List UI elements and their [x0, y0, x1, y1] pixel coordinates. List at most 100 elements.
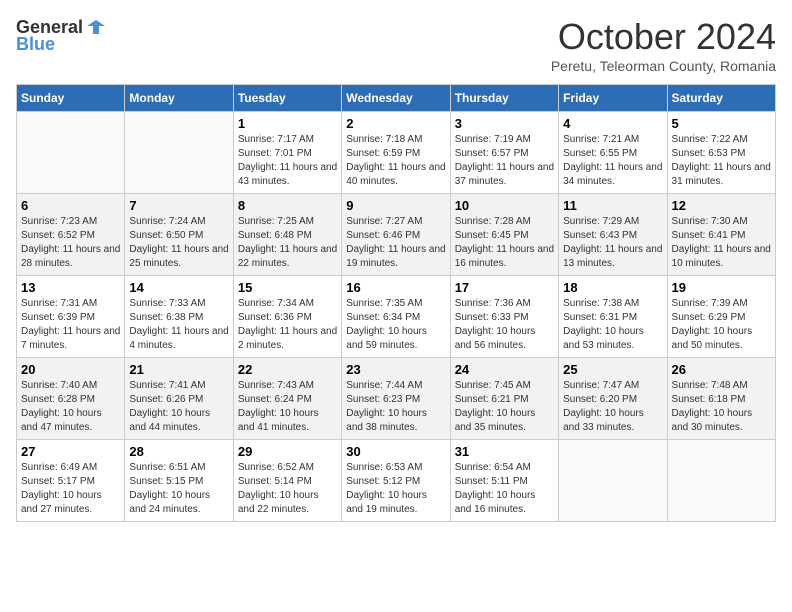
- day-number: 12: [672, 198, 771, 213]
- calendar-cell: 21 Sunrise: 7:41 AM Sunset: 6:26 PM Dayli…: [125, 358, 233, 440]
- day-number: 29: [238, 444, 337, 459]
- day-detail: Sunrise: 7:18 AM Sunset: 6:59 PM Dayligh…: [346, 133, 445, 189]
- day-detail: Sunrise: 7:24 AM Sunset: 6:50 PM Dayligh…: [129, 215, 228, 271]
- day-detail: Sunrise: 7:48 AM Sunset: 6:18 PM Dayligh…: [672, 379, 771, 435]
- day-number: 26: [672, 362, 771, 377]
- calendar-cell: 29Sunrise: 6:52 AM Sunset: 5:14 PM Dayli…: [233, 440, 341, 522]
- calendar-cell: 16 Sunrise: 7:35 AM Sunset: 6:34 PM Dayli…: [342, 276, 450, 358]
- calendar-cell: 27 Sunrise: 6:49 AM Sunset: 5:17 PM Dayli…: [17, 440, 125, 522]
- day-detail: Sunrise: 7:38 AM Sunset: 6:31 PM Dayligh…: [563, 297, 662, 353]
- day-number: 14: [129, 280, 228, 295]
- day-detail: Sunrise: 7:19 AM Sunset: 6:57 PM Dayligh…: [455, 133, 554, 189]
- calendar-cell: 1 Sunrise: 7:17 AM Sunset: 7:01 PM Daylig…: [233, 112, 341, 194]
- day-detail: Sunrise: 7:30 AM Sunset: 6:41 PM Dayligh…: [672, 215, 771, 271]
- day-detail: Sunrise: 7:25 AM Sunset: 6:48 PM Dayligh…: [238, 215, 337, 271]
- day-detail: Sunrise: 6:49 AM Sunset: 5:17 PM Dayligh…: [21, 461, 120, 517]
- day-number: 13: [21, 280, 120, 295]
- calendar-cell: 10Sunrise: 7:28 AM Sunset: 6:45 PM Dayli…: [450, 194, 558, 276]
- weekday-header-tuesday: Tuesday: [233, 85, 341, 112]
- calendar-cell: 5 Sunrise: 7:22 AM Sunset: 6:53 PM Daylig…: [667, 112, 775, 194]
- month-title: October 2024: [551, 16, 776, 58]
- day-detail: Sunrise: 7:40 AM Sunset: 6:28 PM Dayligh…: [21, 379, 120, 435]
- day-detail: Sunrise: 7:47 AM Sunset: 6:20 PM Dayligh…: [563, 379, 662, 435]
- day-number: 5: [672, 116, 771, 131]
- calendar-cell: 6 Sunrise: 7:23 AM Sunset: 6:52 PM Daylig…: [17, 194, 125, 276]
- day-detail: Sunrise: 7:36 AM Sunset: 6:33 PM Dayligh…: [455, 297, 554, 353]
- calendar-week-row: 27 Sunrise: 6:49 AM Sunset: 5:17 PM Dayli…: [17, 440, 776, 522]
- calendar-cell: [125, 112, 233, 194]
- calendar-cell: 15 Sunrise: 7:34 AM Sunset: 6:36 PM Dayli…: [233, 276, 341, 358]
- day-detail: Sunrise: 7:29 AM Sunset: 6:43 PM Dayligh…: [563, 215, 662, 271]
- day-detail: Sunrise: 6:53 AM Sunset: 5:12 PM Dayligh…: [346, 461, 445, 517]
- day-number: 11: [563, 198, 662, 213]
- day-number: 15: [238, 280, 337, 295]
- day-detail: Sunrise: 7:43 AM Sunset: 6:24 PM Dayligh…: [238, 379, 337, 435]
- day-detail: Sunrise: 7:27 AM Sunset: 6:46 PM Dayligh…: [346, 215, 445, 271]
- day-number: 20: [21, 362, 120, 377]
- day-detail: Sunrise: 7:23 AM Sunset: 6:52 PM Dayligh…: [21, 215, 120, 271]
- calendar-cell: 23 Sunrise: 7:44 AM Sunset: 6:23 PM Dayli…: [342, 358, 450, 440]
- day-detail: Sunrise: 7:22 AM Sunset: 6:53 PM Dayligh…: [672, 133, 771, 189]
- day-detail: Sunrise: 7:17 AM Sunset: 7:01 PM Dayligh…: [238, 133, 337, 189]
- day-detail: Sunrise: 7:44 AM Sunset: 6:23 PM Dayligh…: [346, 379, 445, 435]
- day-detail: Sunrise: 7:45 AM Sunset: 6:21 PM Dayligh…: [455, 379, 554, 435]
- calendar-cell: 20 Sunrise: 7:40 AM Sunset: 6:28 PM Dayli…: [17, 358, 125, 440]
- day-number: 9: [346, 198, 445, 213]
- calendar-cell: 2 Sunrise: 7:18 AM Sunset: 6:59 PM Daylig…: [342, 112, 450, 194]
- calendar-cell: 18 Sunrise: 7:38 AM Sunset: 6:31 PM Dayli…: [559, 276, 667, 358]
- day-detail: Sunrise: 7:21 AM Sunset: 6:55 PM Dayligh…: [563, 133, 662, 189]
- day-number: 31: [455, 444, 554, 459]
- calendar-cell: 12 Sunrise: 7:30 AM Sunset: 6:41 PM Dayli…: [667, 194, 775, 276]
- calendar-cell: 24Sunrise: 7:45 AM Sunset: 6:21 PM Dayli…: [450, 358, 558, 440]
- day-number: 8: [238, 198, 337, 213]
- day-number: 16: [346, 280, 445, 295]
- title-section: October 2024 Peretu, Teleorman County, R…: [551, 16, 776, 74]
- weekday-header-saturday: Saturday: [667, 85, 775, 112]
- calendar-cell: 28Sunrise: 6:51 AM Sunset: 5:15 PM Dayli…: [125, 440, 233, 522]
- calendar-week-row: 13 Sunrise: 7:31 AM Sunset: 6:39 PM Dayli…: [17, 276, 776, 358]
- calendar-cell: 19Sunrise: 7:39 AM Sunset: 6:29 PM Dayli…: [667, 276, 775, 358]
- day-detail: Sunrise: 7:31 AM Sunset: 6:39 PM Dayligh…: [21, 297, 120, 353]
- day-number: 18: [563, 280, 662, 295]
- day-number: 21: [129, 362, 228, 377]
- day-number: 1: [238, 116, 337, 131]
- day-detail: Sunrise: 7:34 AM Sunset: 6:36 PM Dayligh…: [238, 297, 337, 353]
- day-detail: Sunrise: 7:41 AM Sunset: 6:26 PM Dayligh…: [129, 379, 228, 435]
- calendar-cell: 25Sunrise: 7:47 AM Sunset: 6:20 PM Dayli…: [559, 358, 667, 440]
- logo: General Blue: [16, 16, 107, 55]
- calendar-cell: 22Sunrise: 7:43 AM Sunset: 6:24 PM Dayli…: [233, 358, 341, 440]
- calendar-cell: [17, 112, 125, 194]
- day-number: 28: [129, 444, 228, 459]
- day-number: 23: [346, 362, 445, 377]
- calendar-cell: 3 Sunrise: 7:19 AM Sunset: 6:57 PM Daylig…: [450, 112, 558, 194]
- calendar-cell: 26 Sunrise: 7:48 AM Sunset: 6:18 PM Dayli…: [667, 358, 775, 440]
- day-number: 19: [672, 280, 771, 295]
- location-subtitle: Peretu, Teleorman County, Romania: [551, 58, 776, 74]
- day-number: 4: [563, 116, 662, 131]
- day-detail: Sunrise: 7:28 AM Sunset: 6:45 PM Dayligh…: [455, 215, 554, 271]
- weekday-header-sunday: Sunday: [17, 85, 125, 112]
- calendar-cell: 9 Sunrise: 7:27 AM Sunset: 6:46 PM Daylig…: [342, 194, 450, 276]
- day-number: 6: [21, 198, 120, 213]
- calendar-cell: 13 Sunrise: 7:31 AM Sunset: 6:39 PM Dayli…: [17, 276, 125, 358]
- calendar-cell: 7 Sunrise: 7:24 AM Sunset: 6:50 PM Daylig…: [125, 194, 233, 276]
- calendar-week-row: 1 Sunrise: 7:17 AM Sunset: 7:01 PM Daylig…: [17, 112, 776, 194]
- day-detail: Sunrise: 7:33 AM Sunset: 6:38 PM Dayligh…: [129, 297, 228, 353]
- day-detail: Sunrise: 6:54 AM Sunset: 5:11 PM Dayligh…: [455, 461, 554, 517]
- calendar-cell: [559, 440, 667, 522]
- day-detail: Sunrise: 7:35 AM Sunset: 6:34 PM Dayligh…: [346, 297, 445, 353]
- calendar-week-row: 6 Sunrise: 7:23 AM Sunset: 6:52 PM Daylig…: [17, 194, 776, 276]
- calendar-week-row: 20 Sunrise: 7:40 AM Sunset: 6:28 PM Dayli…: [17, 358, 776, 440]
- weekday-header-thursday: Thursday: [450, 85, 558, 112]
- weekday-header-friday: Friday: [559, 85, 667, 112]
- calendar-cell: 4 Sunrise: 7:21 AM Sunset: 6:55 PM Daylig…: [559, 112, 667, 194]
- day-number: 2: [346, 116, 445, 131]
- weekday-header-row: SundayMondayTuesdayWednesdayThursdayFrid…: [17, 85, 776, 112]
- day-number: 3: [455, 116, 554, 131]
- day-number: 7: [129, 198, 228, 213]
- header: General Blue October 2024 Peretu, Teleor…: [16, 16, 776, 74]
- weekday-header-monday: Monday: [125, 85, 233, 112]
- day-number: 30: [346, 444, 445, 459]
- logo-blue: Blue: [16, 34, 55, 55]
- day-number: 27: [21, 444, 120, 459]
